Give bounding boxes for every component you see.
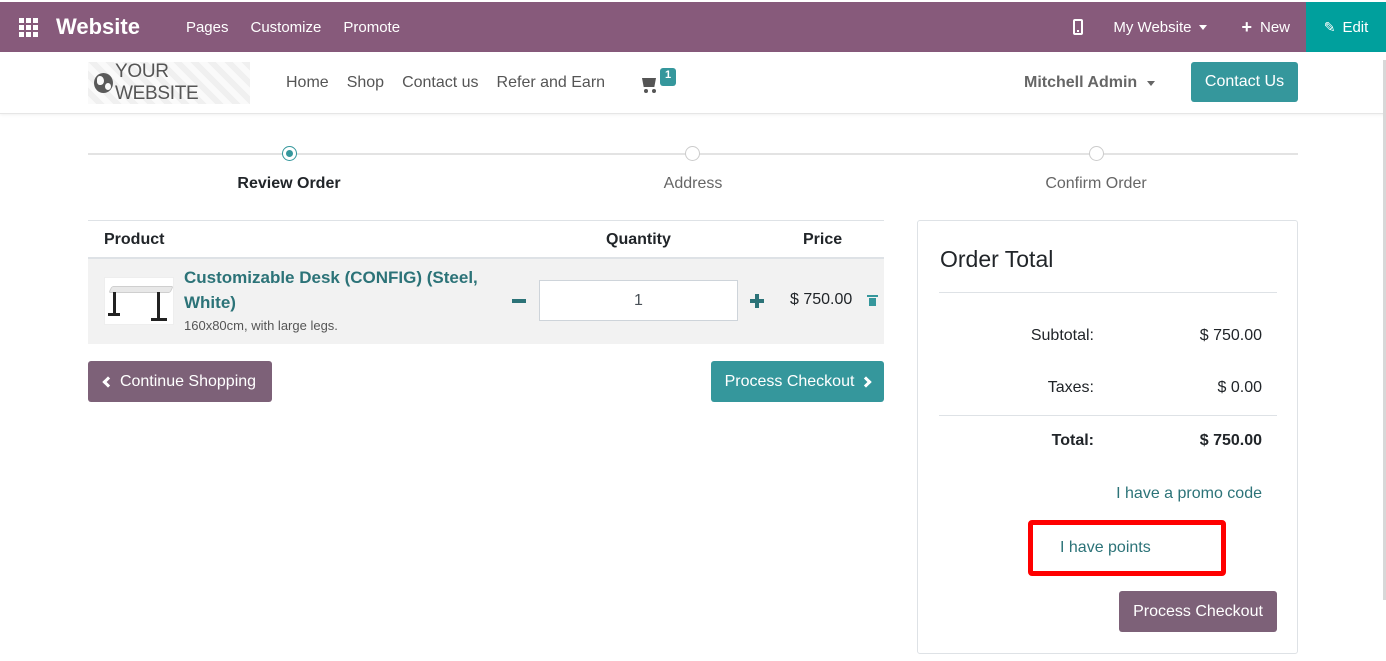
header-product: Product [104,231,165,248]
admin-top-bar: Website Pages Customize Promote My Websi… [0,2,1386,52]
site-logo[interactable]: YOUR WEBSITE [88,61,250,104]
admin-right-controls: My Website + New ✎ Edit [1073,2,1386,52]
user-name: Mitchell Admin [1024,74,1138,91]
product-name-link[interactable]: Customizable Desk (CONFIG) (Steel, White… [184,265,484,315]
mobile-preview-icon[interactable] [1073,19,1084,35]
header-price: Price [803,231,843,248]
cart-count-badge: 1 [660,68,677,86]
website-selector-label: My Website [1113,18,1192,36]
contact-us-button[interactable]: Contact Us [1191,62,1298,102]
promo-code-link[interactable]: I have a promo code [1116,485,1262,503]
globe-icon [94,73,113,93]
line-price: $ 750.00 [790,291,853,308]
plus-icon: + [1241,17,1252,37]
wizard-step-address: Address [663,175,723,192]
wizard-step-confirm-order: Confirm Order [1045,175,1147,192]
new-button-label: New [1259,18,1290,36]
decrease-quantity-icon[interactable] [510,286,528,316]
wizard-step-dot-review [282,146,297,161]
total-value: $ 750.00 [1199,432,1262,449]
admin-brand[interactable]: Website [56,14,140,40]
subtotal-value: $ 750.00 [1199,327,1262,344]
increase-quantity-icon[interactable] [748,286,766,316]
new-button[interactable]: + New [1241,18,1290,36]
cart-table: Product Quantity Price Customizable Desk… [88,220,884,344]
site-menu: Home Shop Contact us Refer and Earn [286,52,605,114]
chevron-left-icon [102,375,114,388]
admin-menu-customize[interactable]: Customize [251,19,322,36]
trash-icon[interactable] [867,295,878,306]
pencil-icon: ✎ [1323,18,1336,35]
order-process-checkout-button[interactable]: Process Checkout [1119,591,1277,632]
nav-home[interactable]: Home [286,74,329,92]
process-checkout-label: Process Checkout [724,372,855,390]
nav-refer-and-earn[interactable]: Refer and Earn [497,74,606,92]
user-menu[interactable]: Mitchell Admin [1024,52,1156,114]
wizard-step-review-order: Review Order [237,175,341,192]
order-total-card: Order Total Subtotal: $ 750.00 Taxes: $ … [917,220,1298,654]
admin-menu: Pages Customize Promote [186,19,400,36]
wizard-step-dot-address [685,146,700,161]
edit-button-label: Edit [1342,18,1369,36]
cart-table-header: Product Quantity Price [88,220,884,259]
caret-down-icon [1147,80,1156,86]
caret-down-icon [1199,25,1208,31]
header-quantity: Quantity [606,231,671,248]
taxes-label: Taxes: [1047,379,1094,396]
i-have-points-link[interactable]: I have points [1060,539,1151,557]
points-highlight-box: I have points [1028,520,1226,576]
shopping-cart-icon [640,78,656,93]
admin-menu-promote[interactable]: Promote [343,19,400,36]
quantity-input[interactable] [539,280,738,321]
website-navbar: YOUR WEBSITE Home Shop Contact us Refer … [0,52,1386,114]
admin-menu-pages[interactable]: Pages [186,19,229,36]
divider [939,415,1277,416]
product-description: 160x80cm, with large legs. [184,318,338,333]
cart-link[interactable]: 1 [640,68,677,93]
continue-shopping-button[interactable]: Continue Shopping [88,361,272,402]
taxes-value: $ 0.00 [1217,379,1262,396]
product-thumbnail[interactable] [104,277,174,325]
website-selector[interactable]: My Website [1113,18,1208,36]
subtotal-label: Subtotal: [1030,327,1094,344]
process-checkout-button[interactable]: Process Checkout [711,361,884,402]
table-row: Customizable Desk (CONFIG) (Steel, White… [88,259,884,344]
continue-shopping-label: Continue Shopping [119,372,257,390]
chevron-right-icon [860,375,873,388]
nav-shop[interactable]: Shop [347,74,384,92]
site-logo-text: YOUR WEBSITE [115,61,199,104]
edit-button[interactable]: ✎ Edit [1306,2,1386,52]
total-label: Total: [1051,432,1094,449]
order-total-title: Order Total [940,246,1054,272]
wizard-step-dot-confirm [1089,146,1104,161]
apps-grid-icon[interactable] [0,2,56,52]
nav-contact-us[interactable]: Contact us [402,74,478,92]
divider [939,292,1277,293]
